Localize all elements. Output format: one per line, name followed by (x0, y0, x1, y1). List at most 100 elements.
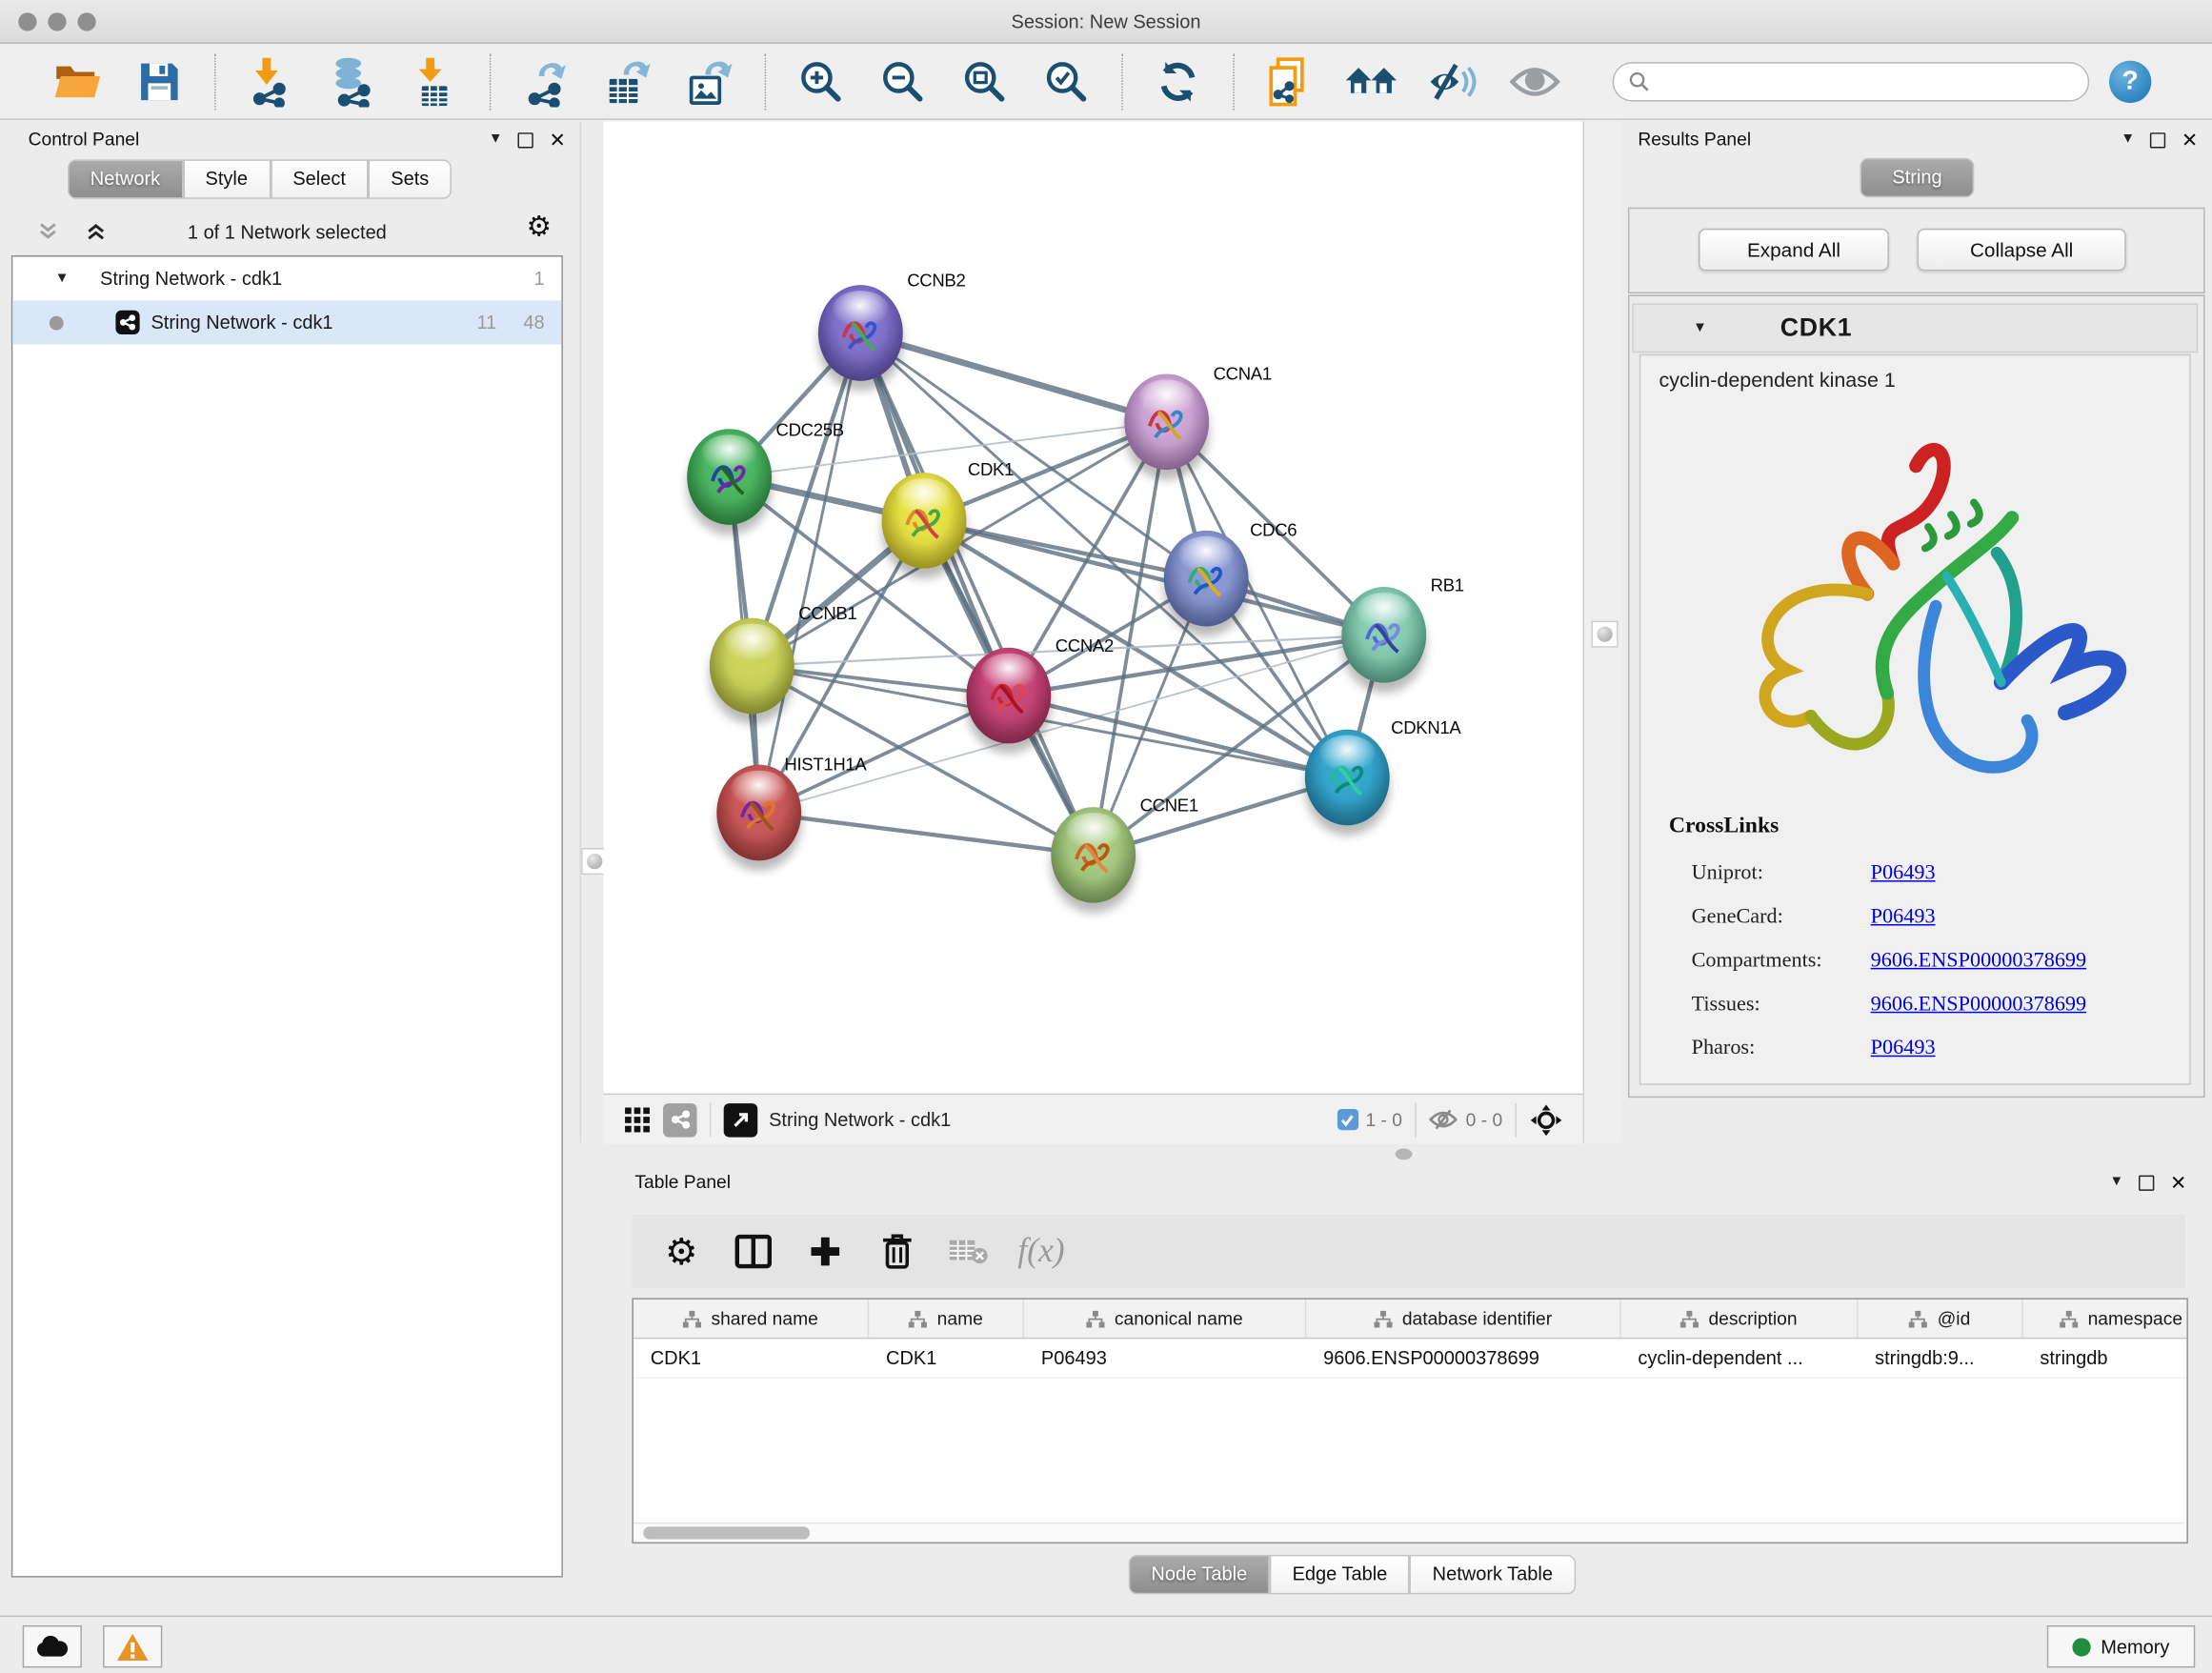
node-CDKN1A[interactable] (1305, 730, 1390, 826)
tab-network-table[interactable]: Network Table (1410, 1555, 1576, 1594)
zoom-in-button[interactable] (790, 50, 852, 112)
column-header--id[interactable]: @id (1858, 1300, 2022, 1338)
results-panel-menu-icon[interactable]: ▼ (2121, 132, 2135, 147)
network-options-gear-icon[interactable]: ⚙ (526, 213, 552, 242)
crosslink-link[interactable]: 9606.ENSP00000378699 (1871, 950, 2086, 974)
crosslink-link[interactable]: P06493 (1871, 862, 1936, 886)
show-all-button[interactable] (1504, 50, 1566, 112)
table-panel-menu-icon[interactable]: ▼ (2109, 1176, 2123, 1190)
left-splitter[interactable] (580, 121, 606, 1142)
node-HIST1H1A[interactable] (716, 765, 801, 861)
edge-CCNB2-CCNA1[interactable] (860, 333, 1166, 421)
tab-sets[interactable]: Sets (369, 159, 452, 198)
node-CCNB2[interactable] (818, 285, 903, 381)
crosslink-link[interactable]: P06493 (1871, 1037, 1936, 1060)
control-panel-close-icon[interactable]: ✕ (549, 130, 565, 150)
control-panel-menu-icon[interactable]: ▼ (489, 132, 503, 147)
warnings-button[interactable] (103, 1625, 162, 1667)
zoom-fit-button[interactable] (954, 50, 1016, 112)
function-builder-button[interactable]: f(x) (1017, 1227, 1065, 1275)
column-header-name[interactable]: name (869, 1300, 1024, 1338)
gene-expand-icon[interactable]: ▼ (1693, 321, 1707, 335)
string-view-button[interactable] (663, 1102, 697, 1137)
horizontal-splitter-handle[interactable] (1396, 1148, 1413, 1159)
node-RB1[interactable] (1341, 587, 1426, 683)
tab-node-table[interactable]: Node Table (1129, 1555, 1270, 1594)
node-CDC25B[interactable] (687, 429, 772, 525)
horizontal-splitter[interactable] (604, 1143, 2212, 1164)
edge-CCNE1-HIST1H1A[interactable] (759, 813, 1094, 855)
delete-table-button[interactable] (945, 1227, 993, 1275)
column-header-description[interactable]: description (1621, 1300, 1859, 1338)
duplicate-network-button[interactable] (1258, 50, 1320, 112)
crosslink-link[interactable]: P06493 (1871, 906, 1936, 930)
zoom-selected-button[interactable] (1036, 50, 1097, 112)
network-row[interactable]: String Network - cdk1 11 48 (12, 300, 561, 344)
collection-expand-icon[interactable]: ▼ (55, 272, 70, 286)
table-cell[interactable]: stringdb (2023, 1339, 2188, 1377)
gene-section-header[interactable]: ▼ CDK1 (1632, 303, 2198, 353)
birds-eye-crosshair-icon[interactable] (1529, 1102, 1563, 1137)
crosslink-link[interactable]: 9606.ENSP00000378699 (1871, 994, 2086, 1018)
node-CCNE1[interactable] (1051, 807, 1136, 903)
column-header-shared-name[interactable]: shared name (633, 1300, 869, 1338)
search-input[interactable] (1613, 61, 2090, 100)
first-neighbors-button[interactable] (1340, 50, 1402, 112)
table-horizontal-scrollbar[interactable] (633, 1522, 2184, 1542)
right-splitter-handle[interactable] (1591, 621, 1618, 648)
import-network-database-button[interactable] (322, 50, 384, 112)
node-CDK1[interactable] (882, 473, 967, 569)
table-cell[interactable]: P06493 (1024, 1339, 1306, 1377)
selected-nodes-checkbox-icon[interactable] (1337, 1109, 1358, 1130)
export-table-button[interactable] (596, 50, 658, 112)
tab-select[interactable]: Select (271, 159, 369, 198)
results-panel-float-icon[interactable] (2150, 131, 2165, 147)
open-session-button[interactable] (47, 50, 109, 112)
scrollbar-thumb[interactable] (643, 1526, 810, 1539)
tab-string[interactable]: String (1860, 158, 1974, 197)
tab-network[interactable]: Network (68, 159, 183, 198)
node-CCNA1[interactable] (1124, 373, 1209, 470)
network-collection-row[interactable]: ▼ String Network - cdk1 1 (12, 257, 561, 301)
node-table[interactable]: shared namenamecanonical namedatabase id… (632, 1298, 2187, 1543)
table-cell[interactable]: stringdb:9... (1858, 1339, 2022, 1377)
edge-CCNB2-HIST1H1A[interactable] (759, 333, 861, 813)
table-cell[interactable]: CDK1 (869, 1339, 1024, 1377)
cloud-status-button[interactable] (23, 1625, 82, 1667)
table-cell[interactable]: 9606.ENSP00000378699 (1306, 1339, 1620, 1377)
grid-view-button[interactable] (621, 1102, 655, 1137)
export-image-button[interactable] (678, 50, 740, 112)
help-button[interactable]: ? (2109, 60, 2151, 102)
network-canvas[interactable]: CCNB2CCNA1CDC25BCDK1CDC6RB1CCNB1CCNA2CDK… (604, 121, 1583, 1142)
network-graph[interactable]: CCNB2CCNA1CDC25BCDK1CDC6RB1CCNB1CCNA2CDK… (604, 121, 1583, 1093)
table-panel-close-icon[interactable]: ✕ (2170, 1173, 2186, 1193)
column-header-canonical-name[interactable]: canonical name (1024, 1300, 1306, 1338)
refresh-view-button[interactable] (1147, 50, 1209, 112)
right-splitter[interactable] (1583, 121, 1625, 1142)
table-row[interactable]: CDK1CDK1P064939606.ENSP00000378699cyclin… (633, 1339, 2186, 1378)
tab-style[interactable]: Style (183, 159, 271, 198)
show-columns-button[interactable] (730, 1227, 777, 1275)
zoom-out-button[interactable] (872, 50, 934, 112)
expand-all-button[interactable]: Expand All (1699, 229, 1889, 271)
column-header-namespace[interactable]: namespace (2023, 1300, 2188, 1338)
edge-CCNB2-CCNE1[interactable] (860, 333, 1093, 855)
import-network-file-button[interactable] (240, 50, 302, 112)
collapse-all-button[interactable]: Collapse All (1918, 229, 2126, 271)
table-options-button[interactable]: ⚙ (657, 1227, 705, 1275)
edge-CDK1-RB1[interactable] (924, 520, 1384, 635)
search-field[interactable] (1651, 70, 2052, 93)
node-CCNB1[interactable] (710, 618, 794, 715)
save-session-button[interactable] (129, 50, 191, 112)
open-in-browser-button[interactable] (724, 1102, 758, 1137)
delete-column-button[interactable] (874, 1227, 921, 1275)
node-CDC6[interactable] (1164, 531, 1249, 627)
table-cell[interactable]: CDK1 (633, 1339, 869, 1377)
column-header-database-identifier[interactable]: database identifier (1306, 1300, 1620, 1338)
memory-button[interactable]: Memory (2047, 1625, 2195, 1667)
export-network-button[interactable] (515, 50, 577, 112)
results-panel-close-icon[interactable]: ✕ (2182, 130, 2198, 150)
hide-selected-button[interactable] (1422, 50, 1484, 112)
control-panel-float-icon[interactable] (518, 131, 533, 147)
import-table-file-button[interactable] (404, 50, 466, 112)
